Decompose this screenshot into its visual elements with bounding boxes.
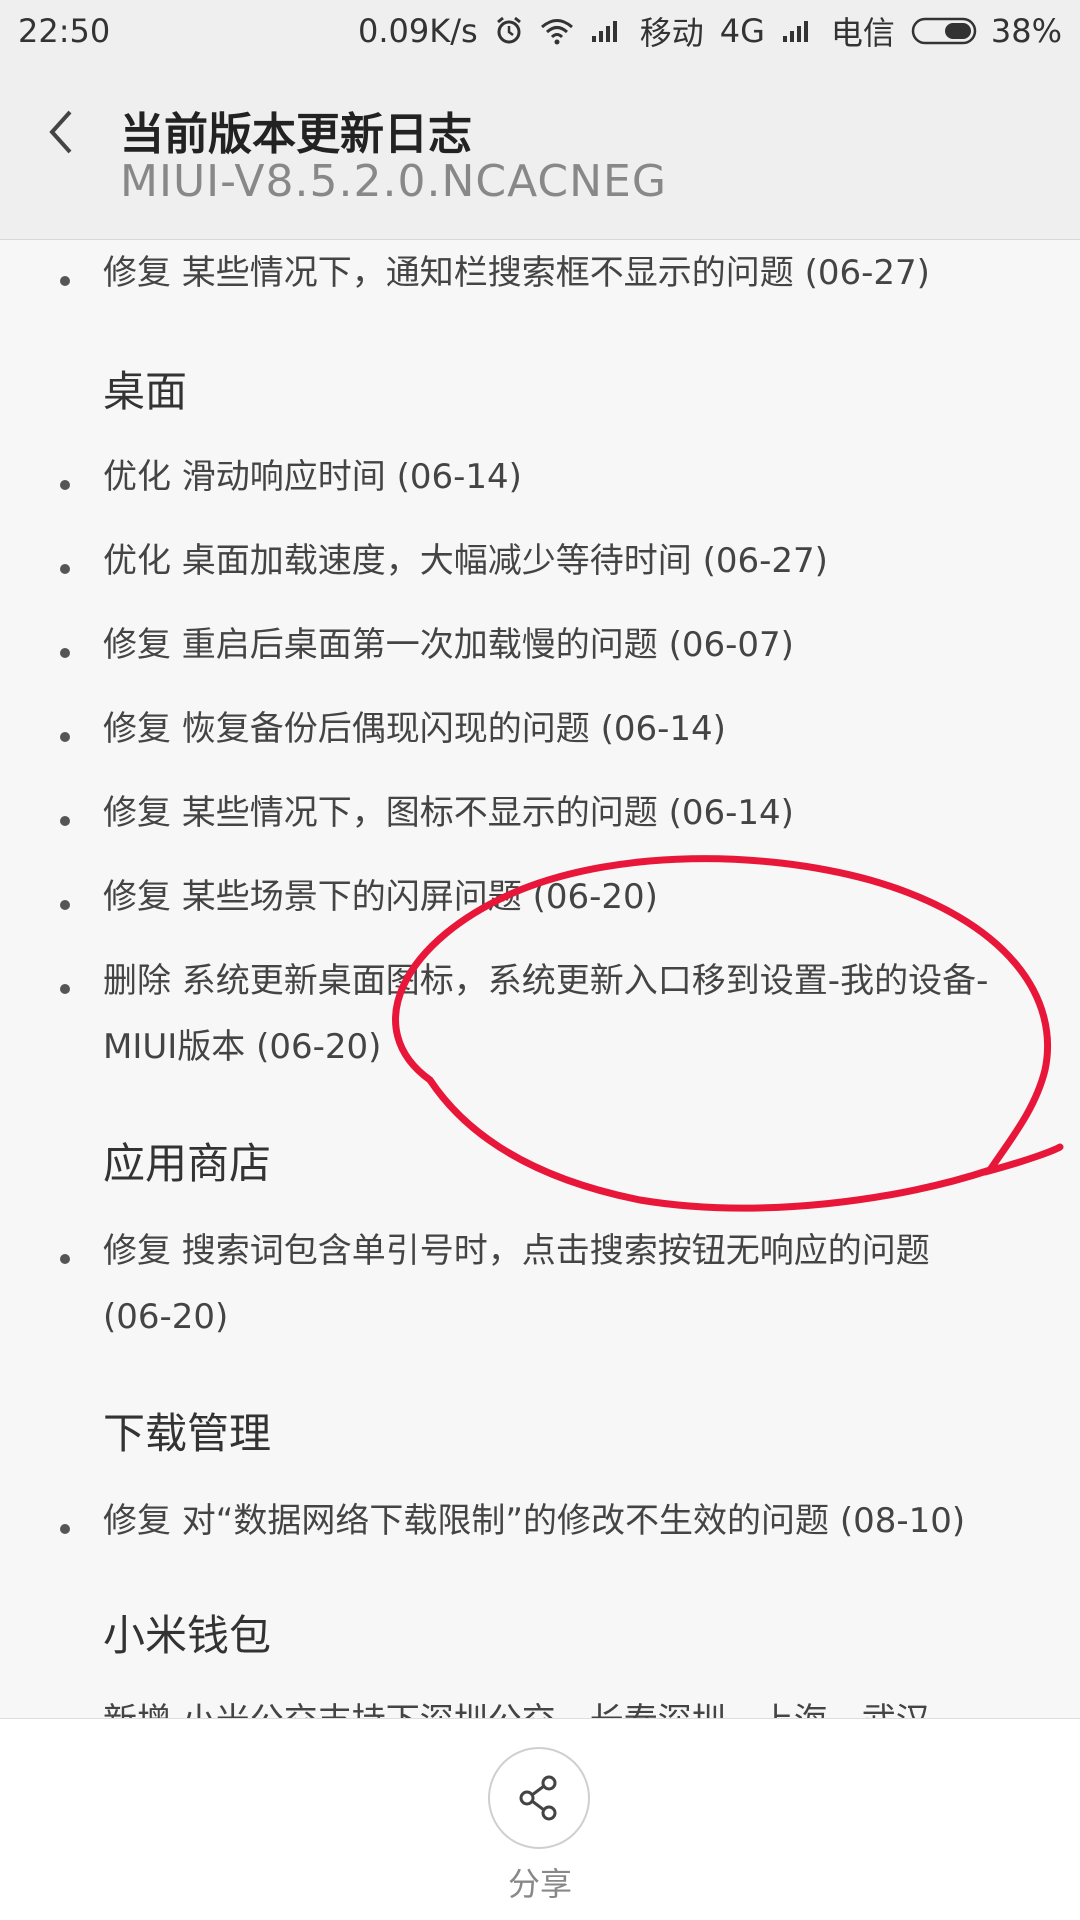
battery-icon bbox=[911, 17, 977, 45]
item-text: 修复 重启后桌面第一次加载慢的问题 (06-07) bbox=[103, 625, 794, 665]
chevron-left-icon bbox=[49, 110, 72, 154]
signal-icon-1 bbox=[590, 18, 624, 44]
item-text: 修复 某些情况下，图标不显示的问题 (06-14) bbox=[103, 793, 794, 833]
bullet bbox=[60, 1524, 70, 1534]
share-button[interactable] bbox=[488, 1747, 590, 1849]
share-icon bbox=[519, 1775, 557, 1821]
battery-percent: 38% bbox=[990, 12, 1062, 50]
signal-icon-2 bbox=[781, 18, 815, 44]
section-title-desktop: 桌面 bbox=[103, 367, 188, 416]
share-label: 分享 bbox=[507, 1865, 572, 1903]
net-speed: 0.09K/s bbox=[358, 12, 478, 50]
status-icons: 0.09K/s 移动 4G 电信 38% bbox=[358, 8, 1062, 54]
item-text: 修复 恢复备份后偶现闪现的问题 (06-14) bbox=[103, 709, 726, 749]
section-title-download: 下载管理 bbox=[103, 1409, 272, 1458]
bullet bbox=[60, 732, 70, 742]
status-bar: 22:50 0.09K/s 移动 4G 电信 38% bbox=[0, 0, 1080, 62]
bullet bbox=[60, 816, 70, 826]
back-button[interactable] bbox=[42, 102, 82, 162]
changelog-content[interactable]: 修复 某些情况下，通知栏搜索框不显示的问题 (06-27) 桌面 优化 滑动响应… bbox=[0, 240, 1080, 1718]
section-title-wallet: 小米钱包 bbox=[103, 1611, 272, 1660]
wifi-icon bbox=[540, 17, 574, 45]
item-text: 优化 桌面加载速度，大幅减少等待时间 (06-27) bbox=[103, 541, 828, 581]
bullet bbox=[60, 564, 70, 574]
battery-indicator: 38% bbox=[911, 12, 1062, 50]
bullet bbox=[60, 984, 70, 994]
bottom-bar: 分享 bbox=[0, 1718, 1080, 1920]
item-text: 新增 小米公交支持下深圳公交，长春深圳，上海，武汉，苏州 bbox=[103, 1688, 993, 1718]
bullet bbox=[60, 1254, 70, 1264]
bullet bbox=[60, 648, 70, 658]
bullet bbox=[60, 276, 70, 286]
carrier-2: 电信 bbox=[830, 14, 895, 52]
item-text: 修复 搜索词包含单引号时，点击搜索按钮无响应的问题 (06-20) bbox=[103, 1231, 930, 1337]
item-text: 优化 滑动响应时间 (06-14) bbox=[103, 457, 522, 497]
item-text: 修复 某些场景下的闪屏问题 (06-20) bbox=[103, 877, 658, 917]
item-text: 修复 对“数据网络下载限制”的修改不生效的问题 (08-10) bbox=[103, 1501, 966, 1541]
app-header: 当前版本更新日志 MIUI-V8.5.2.0.NCACNEG bbox=[0, 62, 1080, 240]
alarm-icon bbox=[494, 16, 524, 46]
status-time: 22:50 bbox=[18, 12, 111, 50]
item-text: 删除 系统更新桌面图标，系统更新入口移到设置-我的设备-MIUI版本 (06-2… bbox=[103, 961, 989, 1067]
carrier-1: 移动 bbox=[639, 14, 704, 52]
bullet bbox=[60, 480, 70, 490]
page-title: 当前版本更新日志 bbox=[120, 109, 472, 160]
network-type: 4G bbox=[719, 12, 765, 50]
version-label: MIUI-V8.5.2.0.NCACNEG bbox=[120, 156, 667, 207]
bullet bbox=[60, 900, 70, 910]
section-title-app-store: 应用商店 bbox=[103, 1139, 272, 1188]
item-text: 修复 某些情况下，通知栏搜索框不显示的问题 (06-27) bbox=[103, 253, 930, 293]
